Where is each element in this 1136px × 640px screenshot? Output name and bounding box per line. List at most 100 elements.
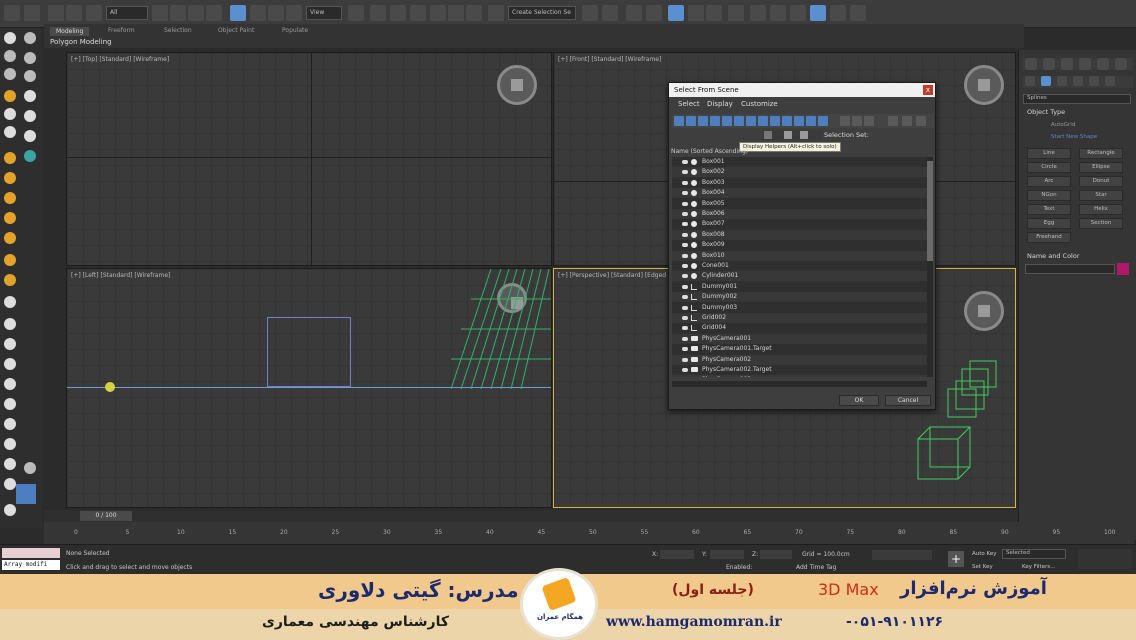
eye-icon[interactable] bbox=[682, 180, 688, 185]
viewport-left[interactable]: [+] [Left] [Standard] [Wireframe] bbox=[66, 268, 552, 508]
tab-selection[interactable]: Selection bbox=[164, 27, 192, 34]
link-icon[interactable] bbox=[48, 5, 64, 21]
environment-icon[interactable] bbox=[24, 150, 36, 162]
list-item[interactable]: Box003 bbox=[672, 178, 927, 188]
spacewarps-filter-icon[interactable] bbox=[734, 116, 744, 126]
list-item[interactable]: PhysCamera002.Target bbox=[672, 365, 927, 375]
vertical-scrollbar[interactable] bbox=[927, 157, 933, 377]
helpers-filter-icon[interactable] bbox=[722, 116, 732, 126]
select-manipulate-icon[interactable] bbox=[370, 5, 386, 21]
geometry-category-icon[interactable] bbox=[1025, 76, 1035, 86]
tab-object-paint[interactable]: Object Paint bbox=[218, 27, 254, 34]
named-selection-dropdown[interactable]: Create Selection Se bbox=[508, 6, 576, 20]
rotate-icon[interactable] bbox=[250, 5, 266, 21]
placement-icon[interactable] bbox=[286, 5, 302, 21]
motion-tab-icon[interactable] bbox=[1079, 58, 1091, 70]
edit-named-selection-icon[interactable] bbox=[488, 5, 504, 21]
lock-icon[interactable] bbox=[784, 131, 792, 139]
section-button[interactable]: Section bbox=[1079, 218, 1123, 229]
horizontal-scrollbar[interactable] bbox=[672, 381, 927, 387]
list-item[interactable]: Box010 bbox=[672, 250, 927, 261]
eye-icon[interactable] bbox=[682, 274, 688, 279]
eye-icon[interactable] bbox=[682, 253, 688, 258]
viewport-navigation[interactable] bbox=[1078, 549, 1132, 569]
hair-icon[interactable] bbox=[4, 338, 16, 350]
display-icon[interactable] bbox=[4, 126, 16, 138]
z-field[interactable] bbox=[760, 550, 792, 559]
scale-icon[interactable] bbox=[268, 5, 284, 21]
keyboard-shortcut-icon[interactable] bbox=[390, 5, 406, 21]
eye-icon[interactable] bbox=[682, 243, 688, 248]
camera-marker[interactable] bbox=[105, 382, 115, 392]
list-item[interactable]: PhysCamera003 bbox=[672, 375, 927, 377]
add-time-tag[interactable]: Add Time Tag bbox=[796, 564, 836, 571]
layer-explorer-icon[interactable] bbox=[646, 5, 662, 21]
viewport-front-label[interactable]: [+] [Front] [Standard] [Wireframe] bbox=[558, 56, 661, 63]
viewcube-icon[interactable] bbox=[497, 65, 537, 105]
menu-customize[interactable]: Customize bbox=[741, 100, 778, 108]
spacewarps-category-icon[interactable] bbox=[1105, 76, 1115, 86]
list-item[interactable]: Box005 bbox=[672, 199, 927, 209]
spacewarps-icon[interactable] bbox=[4, 212, 16, 224]
folder-icon[interactable] bbox=[916, 116, 926, 126]
eye-icon[interactable] bbox=[682, 160, 688, 164]
y-field[interactable] bbox=[710, 550, 744, 559]
maxscript-field[interactable]: Array modifi bbox=[2, 560, 60, 570]
freehand-button[interactable]: Freehand bbox=[1027, 232, 1071, 243]
modifier-icon[interactable] bbox=[4, 458, 16, 470]
create-icon[interactable] bbox=[4, 32, 16, 44]
render-production-icon[interactable] bbox=[790, 5, 806, 21]
ellipse-button[interactable]: Ellipse bbox=[1079, 162, 1123, 173]
global-icon[interactable] bbox=[24, 110, 36, 122]
arc-button[interactable]: Arc bbox=[1027, 176, 1071, 187]
question-icon[interactable] bbox=[24, 70, 36, 82]
autogrid-checkbox[interactable]: AutoGrid bbox=[1051, 122, 1075, 128]
list-item[interactable]: Box008 bbox=[672, 229, 927, 240]
frozen-filter-icon[interactable] bbox=[794, 116, 804, 126]
track-bar[interactable]: 0 5 10 15 20 25 30 35 40 45 50 55 60 65 70 75 80 85 90 95 10… bbox=[44, 522, 1134, 544]
viewport-left-label[interactable]: [+] [Left] [Standard] [Wireframe] bbox=[71, 272, 170, 279]
undo-icon[interactable] bbox=[4, 5, 20, 21]
list-item[interactable]: Dummy003 bbox=[672, 303, 927, 313]
text-button[interactable]: Text bbox=[1027, 204, 1071, 215]
x-field[interactable] bbox=[660, 550, 694, 559]
help-icon[interactable] bbox=[850, 5, 866, 21]
tab-populate[interactable]: Populate bbox=[282, 27, 308, 34]
maxscript-listener-pink[interactable] bbox=[2, 548, 60, 558]
star-button[interactable]: Star bbox=[1079, 190, 1123, 201]
pivot-center-icon[interactable] bbox=[348, 5, 364, 21]
key-mode-dropdown[interactable]: Selected bbox=[1002, 549, 1066, 559]
curve-editor-icon[interactable] bbox=[688, 5, 704, 21]
hidden-filter-icon[interactable] bbox=[806, 116, 816, 126]
display-tab-icon[interactable] bbox=[1097, 58, 1109, 70]
list-item[interactable]: Dummy002 bbox=[672, 292, 927, 303]
render-active-icon[interactable] bbox=[810, 5, 826, 21]
groups-filter-icon[interactable] bbox=[746, 116, 756, 126]
bind-space-warp-icon[interactable] bbox=[86, 5, 102, 21]
render-icon[interactable] bbox=[24, 130, 36, 142]
viewport-top-label[interactable]: [+] [Top] [Standard] [Wireframe] bbox=[71, 56, 169, 63]
eye-icon[interactable] bbox=[682, 347, 688, 352]
eye-icon[interactable] bbox=[682, 368, 688, 372]
tab-freeform[interactable]: Freeform bbox=[108, 27, 135, 34]
unlink-icon[interactable] bbox=[66, 5, 82, 21]
object-color-swatch[interactable] bbox=[1117, 263, 1129, 275]
list-item[interactable]: Cone001 bbox=[672, 261, 927, 271]
render-setup-icon[interactable] bbox=[750, 5, 766, 21]
list-item[interactable]: PhysCamera001.Target bbox=[672, 344, 927, 354]
new-scene-icon[interactable] bbox=[24, 32, 36, 44]
funnel-icon[interactable] bbox=[902, 116, 912, 126]
containers-filter-icon[interactable] bbox=[782, 116, 792, 126]
eye-icon[interactable] bbox=[682, 201, 688, 206]
ribbon-panel-title[interactable]: Polygon Modeling bbox=[50, 38, 112, 46]
play-small-icon[interactable] bbox=[24, 462, 36, 474]
start-new-shape-checkbox[interactable]: Start New Shape bbox=[1051, 134, 1097, 140]
circle-button[interactable]: Circle bbox=[1027, 162, 1071, 173]
select-all-icon[interactable] bbox=[840, 116, 850, 126]
select-by-name-icon[interactable] bbox=[170, 5, 186, 21]
percent-snap-icon[interactable] bbox=[448, 5, 464, 21]
list-item[interactable]: Box001 bbox=[672, 157, 927, 167]
rendered-frame-icon[interactable] bbox=[770, 5, 786, 21]
schematic-view-icon[interactable] bbox=[706, 5, 722, 21]
category-dropdown[interactable]: Splines bbox=[1023, 94, 1131, 104]
